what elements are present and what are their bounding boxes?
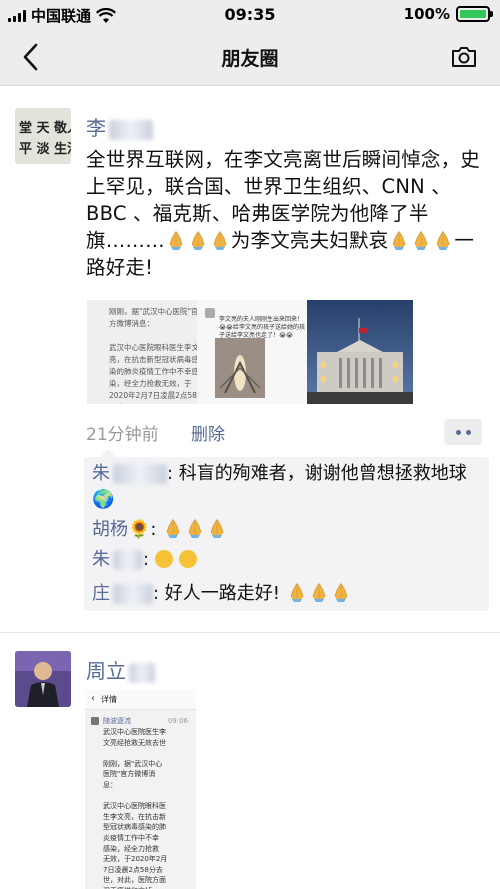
pray-icon (210, 230, 230, 250)
image-caption: 刚刚，据"武汉中心医院"官方微博消息： 武汉中心医院眼科医生李文亮，在抗击新型冠… (109, 307, 199, 404)
shared-header: 详情 (101, 695, 117, 704)
building-flag-photo (307, 300, 413, 404)
avatar[interactable] (15, 651, 71, 707)
image-caption: 李文亮的夫人刚刚生出来回来！😭😭给李文亮的孩子送给她的孩子送给李文亮也走了！😭😭 (219, 316, 306, 339)
svg-text:堂 天 敬人: 堂 天 敬人 (19, 120, 71, 136)
pray-icon (411, 230, 431, 250)
shared-text-line: 刚刚，据"武汉中心 (103, 759, 163, 768)
pray-icon (433, 230, 453, 250)
moment-post: 堂 天 敬人 平 淡 生活 李 全世界互联网，在李文亮离世后瞬间悼念，史上罕见，… (0, 0, 500, 632)
shared-text-line: 生李文亮，在抗击新 (103, 812, 166, 821)
comment-item[interactable]: 朱: (92, 547, 484, 573)
shared-text-line: 世，对此，医院方面 (103, 876, 166, 885)
avatar[interactable]: 堂 天 敬人 平 淡 生活 (15, 108, 71, 164)
pray-icon (389, 230, 409, 250)
avatar (91, 717, 99, 725)
shared-text-line: 武汉中心医院眼科医 (103, 802, 166, 811)
comment-item[interactable]: 朱: 科盲的殉难者，谢谢他曾想拯救地球🌍 (92, 461, 484, 513)
comments-panel: 朱: 科盲的殉难者，谢谢他曾想拯救地球🌍 胡杨🌻: 朱: 庄: 好人一路走好! (84, 449, 489, 611)
person-photo (15, 651, 71, 707)
crying-emoji (154, 550, 173, 568)
post-image-1[interactable]: 刚刚，据"武汉中心医院"官方微博消息： 武汉中心医院眼科医生李文亮，在抗击新型冠… (87, 300, 211, 404)
shared-author: 随波逐流 (103, 717, 131, 725)
shared-screenshot[interactable]: ‹ 详情 随波逐流 09:06 武汉中心医院医生李 文亮经抢救无效去世 刚刚，据"… (85, 690, 196, 889)
pray-icon (331, 582, 351, 602)
shared-text-line: 7日凌晨2点58分去 (103, 865, 163, 874)
pray-icon (309, 582, 329, 602)
pray-icon (185, 518, 205, 538)
shared-text-line: 医院"官方微博消 (103, 770, 156, 779)
svg-text:平 淡 生活: 平 淡 生活 (19, 141, 71, 157)
moment-post: 周立 ‹ 详情 随波逐流 09:06 武汉中心医院医生李 文亮经抢救无效去世 刚刚… (0, 633, 500, 889)
candles-photo (215, 338, 265, 398)
crying-emoji (178, 550, 197, 568)
shared-text: 武汉中心医院医生李 文亮经抢救无效去世 刚刚，据"武汉中心 医院"官方微博消 息： 武… (103, 727, 195, 889)
comment-item[interactable]: 胡杨🌻: (92, 517, 484, 543)
pray-icon (163, 518, 183, 538)
post-image-2[interactable]: 李文亮的夫人刚刚生出来回来！😭😭给李文亮的孩子送给她的孩子送给李文亮也走了！😭😭 (197, 300, 321, 404)
author-name[interactable]: 周立 (86, 655, 155, 684)
author-name[interactable]: 李 (86, 112, 153, 141)
back-icon: ‹ (91, 693, 95, 704)
post-time: 21分钟前 (86, 425, 159, 445)
pray-icon (188, 230, 208, 250)
pray-icon (287, 582, 307, 602)
post-image-3[interactable] (307, 300, 413, 404)
shared-text-line: 型冠状病毒感染的肺 (103, 823, 166, 832)
shared-time: 09:06 (167, 717, 188, 725)
shared-text-line (103, 791, 195, 802)
calligraphy-avatar-image: 堂 天 敬人 平 淡 生活 (15, 108, 71, 164)
shared-text-line: 息： (103, 780, 117, 789)
shared-text-line: 感染，经全力抢救 (103, 844, 159, 853)
more-options-button[interactable] (444, 419, 482, 445)
shared-text-line: 武汉中心医院医生李 (103, 728, 166, 736)
pray-icon (166, 230, 186, 250)
delete-link[interactable]: 删除 (191, 420, 225, 445)
shared-text-line: 炎疫情工作中不幸 (103, 833, 159, 842)
pray-icon (207, 518, 227, 538)
comment-item[interactable]: 庄: 好人一路走好! (92, 581, 484, 607)
shared-text-line (103, 748, 195, 759)
shared-text-line: 文亮经抢救无效去世 (103, 738, 166, 747)
shared-text-line: 无效，于2020年2月 (103, 855, 168, 864)
post-text: 全世界互联网，在李文亮离世后瞬间悼念，史上罕见，联合国、世界卫生组织、CNN 、… (86, 148, 481, 279)
